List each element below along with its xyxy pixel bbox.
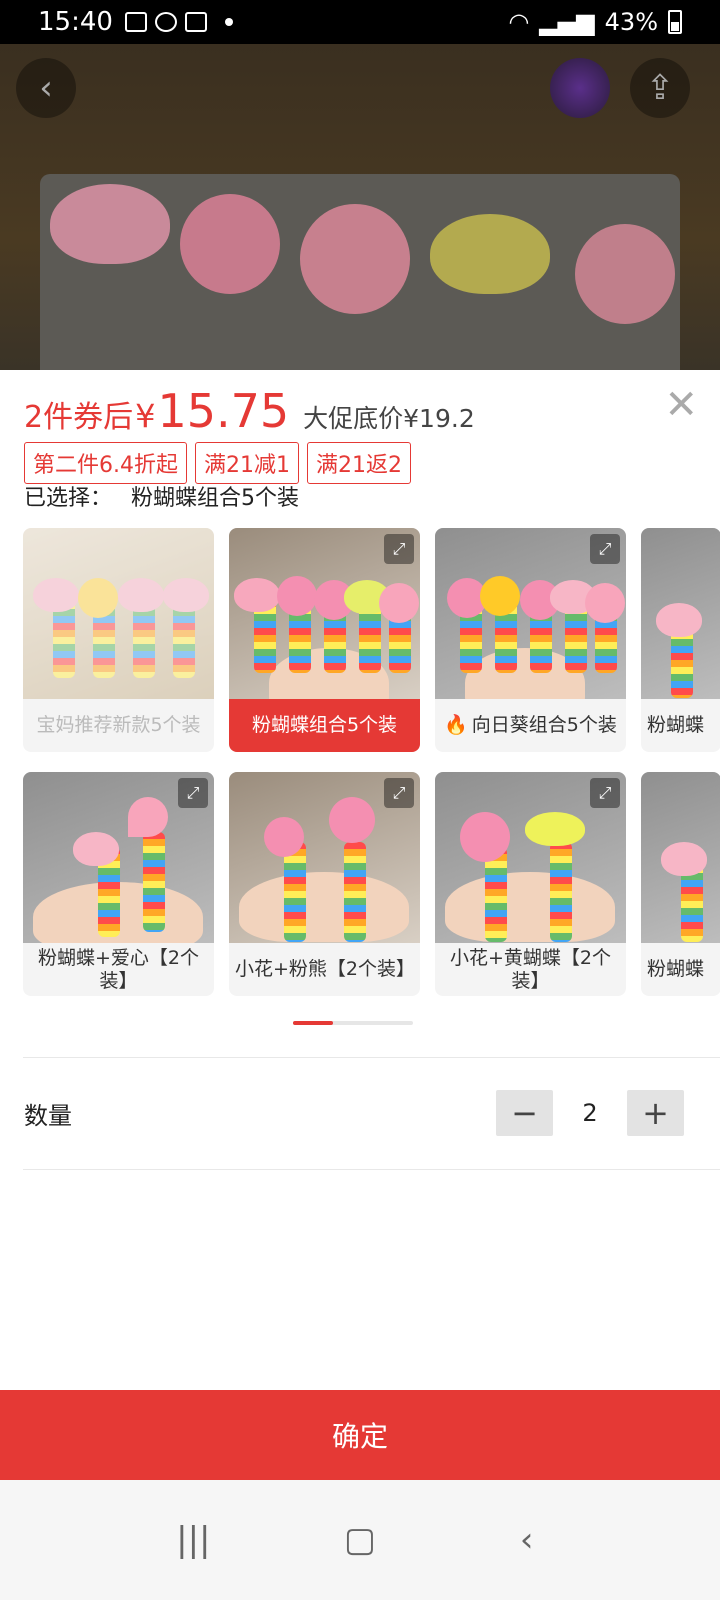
more-notifications-icon — [224, 18, 233, 26]
selected-value: 粉蝴蝶组合5个装 — [131, 486, 300, 511]
share-icon: ⇪ — [645, 68, 675, 108]
variant-option[interactable]: ⤢ 粉蝴蝶+爱心【2个装】 — [23, 772, 214, 996]
variant-row: 宝妈推荐新款5个装 ⤢ 粉蝴蝶组合5个装 ⤢ 🔥 向日葵组合5个装 粉蝴蝶 — [23, 528, 720, 752]
zalo-notification-icon — [184, 12, 207, 32]
variant-row: ⤢ 粉蝴蝶+爱心【2个装】 ⤢ 小花+粉熊【2个装】 ⤢ 小花+黄蝴蝶【2个装】… — [23, 772, 720, 996]
variant-image — [641, 772, 720, 943]
selected-variant: 已选择： 粉蝴蝶组合5个装 — [24, 480, 299, 512]
variant-label: 粉蝴蝶 — [647, 958, 705, 981]
back-nav-button[interactable]: ‹ — [497, 1520, 557, 1560]
promo-tag: 满21减1 — [195, 442, 299, 484]
promo-tag: 第二件6.4折起 — [24, 442, 187, 484]
variant-option[interactable]: 粉蝴蝶 — [641, 528, 720, 752]
home-button[interactable]: ▢ — [330, 1520, 390, 1560]
variant-label: 粉蝴蝶组合5个装 — [229, 699, 420, 752]
promotion-tags: 第二件6.4折起 满21减1 满21返2 — [24, 442, 411, 484]
scroll-indicator — [293, 1021, 413, 1025]
battery-percent: 43% — [604, 8, 658, 36]
expand-image-button[interactable]: ⤢ — [590, 778, 620, 808]
divider — [23, 1057, 720, 1058]
system-nav-bar: ||| ▢ ‹ — [0, 1480, 720, 1600]
seller-avatar[interactable] — [550, 58, 610, 118]
recent-apps-icon: ||| — [176, 1520, 211, 1560]
confirm-button[interactable]: 确定 — [0, 1390, 720, 1480]
variant-option[interactable]: ⤢ 🔥 向日葵组合5个装 — [435, 528, 626, 752]
coupon-price: 15.75 — [157, 384, 290, 438]
variant-option[interactable]: 粉蝴蝶 — [641, 772, 720, 996]
bow-decoration — [50, 184, 170, 264]
expand-image-button[interactable]: ⤢ — [384, 534, 414, 564]
bear-decoration — [180, 194, 280, 294]
status-bar: 15:40 ◠ ▂▄▆ 43% — [0, 0, 720, 44]
increase-quantity-button[interactable]: + — [627, 1090, 684, 1136]
variant-image — [641, 528, 720, 699]
gallery-notification-icon — [124, 12, 147, 32]
decrease-quantity-button[interactable]: − — [496, 1090, 553, 1136]
quantity-value[interactable]: 2 — [553, 1099, 627, 1127]
variant-grid: 宝妈推荐新款5个装 ⤢ 粉蝴蝶组合5个装 ⤢ 🔥 向日葵组合5个装 粉蝴蝶 ⤢ … — [23, 528, 720, 1016]
variant-option[interactable]: ⤢ 小花+粉熊【2个装】 — [229, 772, 420, 996]
variant-option-selected[interactable]: ⤢ 粉蝴蝶组合5个装 — [229, 528, 420, 752]
currency-symbol: ¥ — [135, 397, 156, 435]
back-nav-icon: ‹ — [519, 1520, 534, 1560]
price-row: 2件券后 ¥ 15.75 大促底价¥19.2 — [24, 384, 475, 438]
status-time: 15:40 — [38, 7, 113, 37]
promo-tag: 满21返2 — [307, 442, 411, 484]
divider — [23, 1169, 720, 1170]
selected-label: 已选择： — [24, 486, 113, 511]
back-button[interactable]: ‹ — [16, 58, 76, 118]
expand-icon: ⤢ — [598, 539, 612, 558]
yellow-bow-decoration — [430, 214, 550, 294]
variant-label: 粉蝴蝶 — [647, 714, 705, 737]
app-notification-icon — [154, 12, 177, 32]
close-icon: ✕ — [664, 382, 698, 428]
sku-selection-sheet: 2件券后 ¥ 15.75 大促底价¥19.2 ✕ 第二件6.4折起 满21减1 … — [0, 370, 720, 1418]
expand-icon: ⤢ — [392, 539, 406, 558]
expand-icon: ⤢ — [598, 783, 612, 802]
quantity-label: 数量 — [24, 1102, 72, 1130]
variant-label: 粉蝴蝶+爱心【2个装】 — [37, 946, 199, 992]
fire-icon: 🔥 — [444, 714, 468, 737]
expand-image-button[interactable]: ⤢ — [384, 778, 414, 808]
coupon-price-prefix: 2件券后 — [24, 400, 134, 435]
expand-image-button[interactable]: ⤢ — [178, 778, 208, 808]
variant-image — [23, 528, 214, 699]
variant-label: 向日葵组合5个装 — [471, 714, 617, 737]
scroll-indicator-thumb — [293, 1021, 333, 1025]
recent-apps-button[interactable]: ||| — [163, 1520, 223, 1560]
wifi-icon: ◠ — [508, 8, 530, 36]
product-hero-image: ‹ ⇪ — [0, 44, 720, 370]
heart-decoration — [575, 224, 675, 324]
variant-option[interactable]: 宝妈推荐新款5个装 — [23, 528, 214, 752]
back-icon: ‹ — [39, 68, 53, 108]
variant-label: 宝妈推荐新款5个装 — [36, 714, 201, 737]
close-button[interactable]: ✕ — [664, 382, 698, 428]
battery-icon — [668, 10, 682, 34]
expand-image-button[interactable]: ⤢ — [590, 534, 620, 564]
share-button[interactable]: ⇪ — [630, 58, 690, 118]
variant-option[interactable]: ⤢ 小花+黄蝴蝶【2个装】 — [435, 772, 626, 996]
variant-label: 小花+黄蝴蝶【2个装】 — [449, 946, 611, 992]
home-icon: ▢ — [343, 1520, 377, 1560]
expand-icon: ⤢ — [392, 783, 406, 802]
promo-base-price: 大促底价¥19.2 — [303, 404, 475, 433]
flower-decoration — [300, 204, 410, 314]
variant-label: 小花+粉熊【2个装】 — [235, 958, 416, 981]
expand-icon: ⤢ — [186, 783, 200, 802]
quantity-stepper: − 2 + — [496, 1090, 684, 1136]
signal-icon: ▂▄▆ — [539, 8, 595, 36]
